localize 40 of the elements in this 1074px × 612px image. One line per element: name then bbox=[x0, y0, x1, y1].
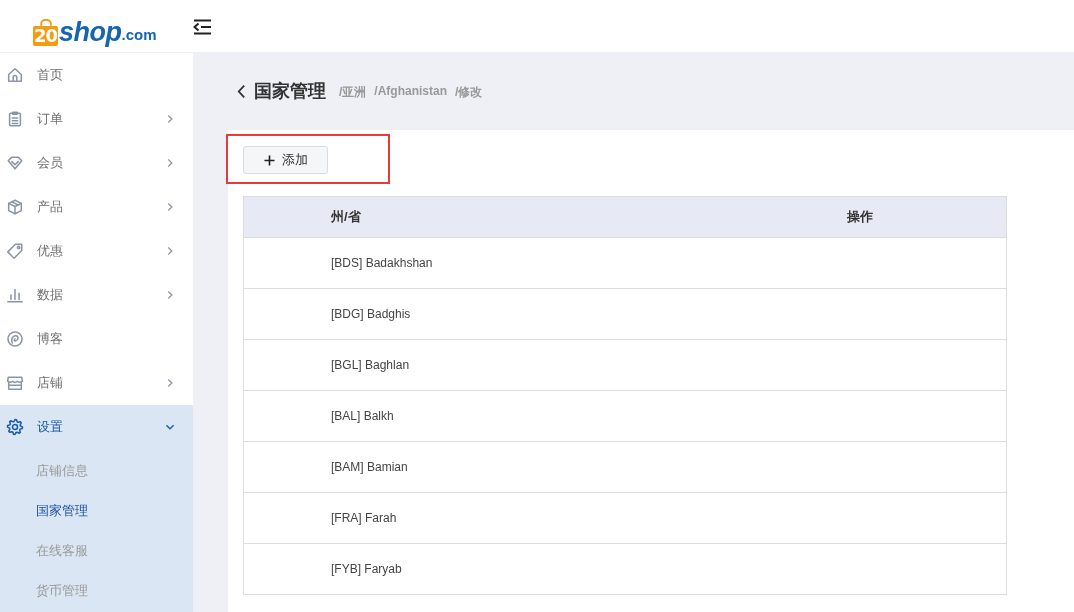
breadcrumb-item: /亚洲 bbox=[339, 84, 367, 101]
back-icon[interactable] bbox=[237, 83, 246, 99]
sidebar-item[interactable]: 数据 bbox=[0, 273, 193, 317]
storefront-icon bbox=[6, 374, 24, 392]
submenu-item[interactable]: 国家管理 bbox=[0, 491, 193, 531]
breadcrumb-item: /Afghanistan bbox=[374, 84, 447, 100]
add-button[interactable]: 添加 bbox=[243, 146, 328, 174]
plus-icon bbox=[263, 154, 275, 166]
settings-icon bbox=[6, 418, 24, 436]
table-cell: [BGL] Baghlan bbox=[243, 339, 714, 391]
menu-collapse-icon[interactable] bbox=[193, 18, 212, 35]
column-header: 州/省 bbox=[243, 196, 714, 238]
sidebar-item[interactable]: 产品 bbox=[0, 185, 193, 229]
sidebar-item[interactable]: 会员 bbox=[0, 141, 193, 185]
table-cell: [BDS] Badakhshan bbox=[243, 237, 714, 289]
sidebar-item[interactable]: 店铺 bbox=[0, 361, 193, 405]
sidebar-item[interactable]: 订单 bbox=[0, 97, 193, 141]
sidebar-item[interactable]: 博客 bbox=[0, 317, 193, 361]
logo-domain: .com bbox=[121, 26, 157, 43]
spiral-icon bbox=[6, 330, 24, 348]
tag-icon bbox=[6, 242, 24, 260]
sidebar-item[interactable]: 首页 bbox=[0, 53, 193, 97]
diamond-icon bbox=[6, 154, 24, 172]
column-header: 操作 bbox=[713, 196, 1007, 238]
table-cell: [BAM] Bamian bbox=[243, 441, 714, 493]
bar-chart-icon bbox=[6, 286, 24, 304]
home-icon bbox=[6, 66, 24, 84]
table-cell: [FYB] Faryab bbox=[243, 543, 714, 595]
table-cell: [BDG] Badghis bbox=[243, 288, 714, 340]
breadcrumb-item: /修改 bbox=[455, 84, 483, 101]
bag-handle-icon bbox=[37, 19, 54, 26]
logo-name: shop bbox=[59, 18, 122, 46]
cube-icon bbox=[6, 198, 24, 216]
sidebar-item[interactable]: 设置 bbox=[0, 405, 193, 449]
page-title: 国家管理 bbox=[254, 80, 326, 103]
sidebar-item[interactable]: 优惠 bbox=[0, 229, 193, 273]
table-cell: [BAL] Balkh bbox=[243, 390, 714, 442]
table-cell: [FRA] Farah bbox=[243, 492, 714, 544]
logo-badge: 20 bbox=[33, 26, 59, 46]
clipboard-icon bbox=[6, 110, 24, 128]
